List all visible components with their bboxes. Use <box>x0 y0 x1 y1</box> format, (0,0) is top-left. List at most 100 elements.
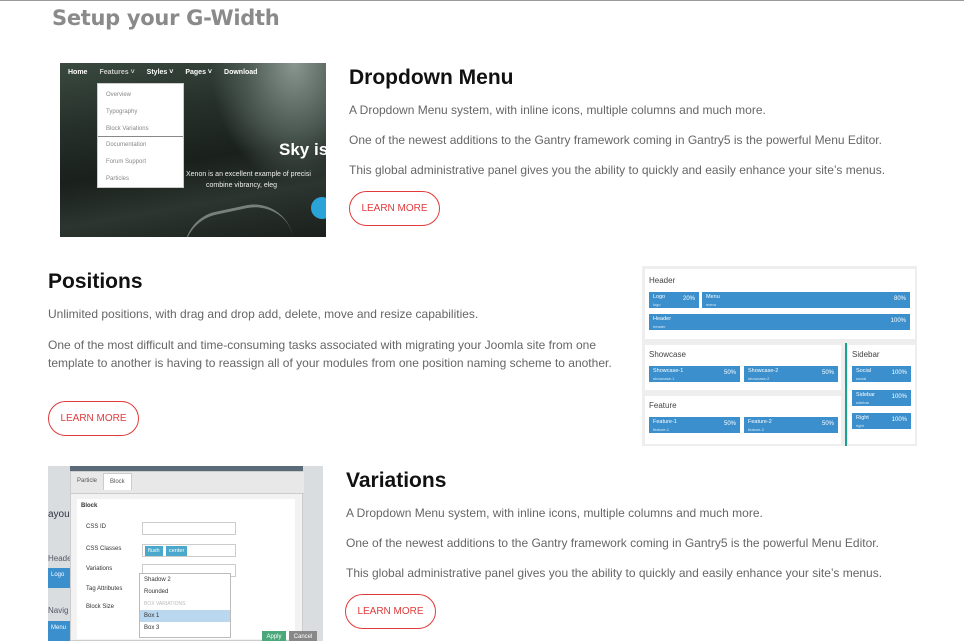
page-title: Setup your G-Width <box>52 6 280 30</box>
bg-menu-text: Menu <box>51 625 67 631</box>
demo-nav-home: Home <box>68 69 88 76</box>
demo-nav-features: Features ˅ <box>99 69 135 76</box>
feature-title-positions: Positions <box>48 270 143 293</box>
sidebar-label: Sidebar <box>852 350 880 359</box>
social-position: Social social 100% <box>852 366 911 382</box>
logo-label: Logo <box>653 294 666 300</box>
road-image <box>177 197 293 237</box>
demo-nav-styles: Styles ˅ <box>146 69 174 76</box>
showcase-label: Showcase <box>649 350 686 359</box>
demo-dropdown-item: Block Variations <box>98 121 183 137</box>
css-class-tag: center <box>166 546 188 556</box>
showcase-2-pct: 50% <box>821 370 834 376</box>
showcase-2-position: Showcase-2 showcase-2 50% <box>744 366 838 382</box>
block-section-title: Block <box>81 503 98 509</box>
css-classes-label: CSS Classes <box>86 546 122 552</box>
dialog-tabs: Particle Block <box>71 472 304 494</box>
header-label: Header <box>649 276 676 285</box>
tag-attributes-label: Tag Attributes <box>86 586 123 592</box>
bg-layout-text: ayou <box>48 509 70 520</box>
demo-dropdown: Overview Typography Block Variations Doc… <box>97 83 184 188</box>
learn-more-button-dropdown[interactable]: LEARN MORE <box>349 191 440 226</box>
bg-header-text: Heade <box>48 554 72 563</box>
header-sub: header <box>653 324 666 329</box>
bg-logo-text: Logo <box>51 572 65 578</box>
feature-1-pct: 50% <box>723 421 736 427</box>
menu-pct: 80% <box>893 296 906 302</box>
feature-text: A Dropdown Menu system, with inline icon… <box>349 103 766 117</box>
demo-button-circle <box>311 197 326 219</box>
feature-label: Feature <box>649 401 677 410</box>
header-bar-label: Header <box>653 316 672 322</box>
right-label: Right <box>856 415 869 421</box>
variations-dropdown-list: Shadow 2 Rounded BOX VARIATIONS Box 1 Bo… <box>139 573 231 638</box>
apply-button: Apply <box>262 631 286 641</box>
feature-1-position: Feature-1 feature-1 50% <box>649 417 740 433</box>
variation-option-selected: Box 1 <box>140 610 230 622</box>
demo-dropdown-item: Forum Support <box>106 159 147 165</box>
sidebar-position: Sidebar sidebar 100% <box>852 390 911 406</box>
demo-nav-download: Download <box>224 69 258 76</box>
logo-position: Logo logo 20% <box>649 292 699 308</box>
menu-sub: menu <box>706 302 717 307</box>
demo-dropdown-item: Particles <box>106 176 130 182</box>
positions-screenshot: Header Logo logo 20% Menu menu 80% Heade… <box>642 266 917 446</box>
cancel-button: Cancel <box>289 631 317 641</box>
variation-option: Box 3 <box>144 625 160 631</box>
feature-text: This global administrative panel gives y… <box>346 566 883 580</box>
variations-label: Variations <box>86 566 113 572</box>
menu-position: Menu menu 80% <box>702 292 910 308</box>
feature-2-pct: 50% <box>821 421 834 427</box>
variation-option: Rounded <box>144 589 169 595</box>
background-panel-right <box>303 466 323 641</box>
sidebar-pct: 100% <box>891 394 907 400</box>
bg-menu-bar <box>48 621 70 641</box>
bg-nav-text: Navig <box>48 606 69 615</box>
demo-dropdown-item: Documentation <box>106 142 147 148</box>
sidebar-bar-label: Sidebar <box>856 392 875 398</box>
showcase-2-label: Showcase-2 <box>748 368 779 374</box>
learn-more-button-variations[interactable]: LEARN MORE <box>345 594 436 629</box>
variations-screenshot: ayou Heade Logo Navig Menu Particle Bloc… <box>48 466 323 641</box>
social-label: Social <box>856 368 871 374</box>
right-pct: 100% <box>891 417 907 423</box>
learn-more-button-positions[interactable]: LEARN MORE <box>48 401 139 436</box>
css-id-input <box>142 522 236 535</box>
demo-nav-pages: Pages ˅ <box>185 69 213 76</box>
menu-label: Menu <box>706 294 720 300</box>
logo-pct: 20% <box>682 296 695 302</box>
feature-text: One of the most difficult and time-consu… <box>48 338 612 370</box>
right-position: Right right 100% <box>852 413 911 429</box>
showcase-1-pct: 50% <box>723 370 736 376</box>
demo-tagline: Xenon is an excellent example of precisi… <box>186 169 311 191</box>
demo-dropdown-item: Typography <box>106 109 138 115</box>
feature-title-variations: Variations <box>346 469 447 492</box>
showcase-1-label: Showcase-1 <box>653 368 684 374</box>
demo-tagline-line: combine vibrancy, eleg <box>206 182 278 189</box>
social-pct: 100% <box>891 370 907 376</box>
showcase-1-position: Showcase-1 showcase-1 50% <box>649 366 740 382</box>
demo-nav: Home Features ˅ Styles ˅ Pages ˅ Downloa… <box>68 69 269 76</box>
feature-title-dropdown: Dropdown Menu <box>349 66 514 89</box>
feature-text: This global administrative panel gives y… <box>349 163 886 177</box>
mountain-image <box>210 63 326 183</box>
feature-text: One of the newest additions to the Gantr… <box>349 133 882 147</box>
tab-particle: Particle <box>77 478 98 484</box>
feature-text: Unlimited positions, with drag and drop … <box>48 307 479 321</box>
bg-logo-bar <box>48 568 70 588</box>
feature-text: A Dropdown Menu system, with inline icon… <box>346 506 763 520</box>
feature-1-label: Feature-1 <box>653 419 677 425</box>
feature-text: One of the newest additions to the Gantr… <box>346 536 879 550</box>
dropdown-menu-screenshot: Home Features ˅ Styles ˅ Pages ˅ Downloa… <box>60 63 326 237</box>
top-divider <box>0 0 964 1</box>
header-pct: 100% <box>890 318 906 324</box>
css-class-tag: flush <box>145 546 163 556</box>
demo-hero-text: Sky is <box>279 140 326 159</box>
block-size-label: Block Size <box>86 604 115 610</box>
tab-block: Block <box>103 473 132 490</box>
variation-group-label: BOX VARIATIONS <box>144 601 186 607</box>
demo-tagline-line: Xenon is an excellent example of precisi <box>186 171 311 178</box>
feature-2-label: Feature-2 <box>748 419 772 425</box>
feature-2-position: Feature-2 feature-2 50% <box>744 417 838 433</box>
variation-option: Shadow 2 <box>144 577 171 583</box>
